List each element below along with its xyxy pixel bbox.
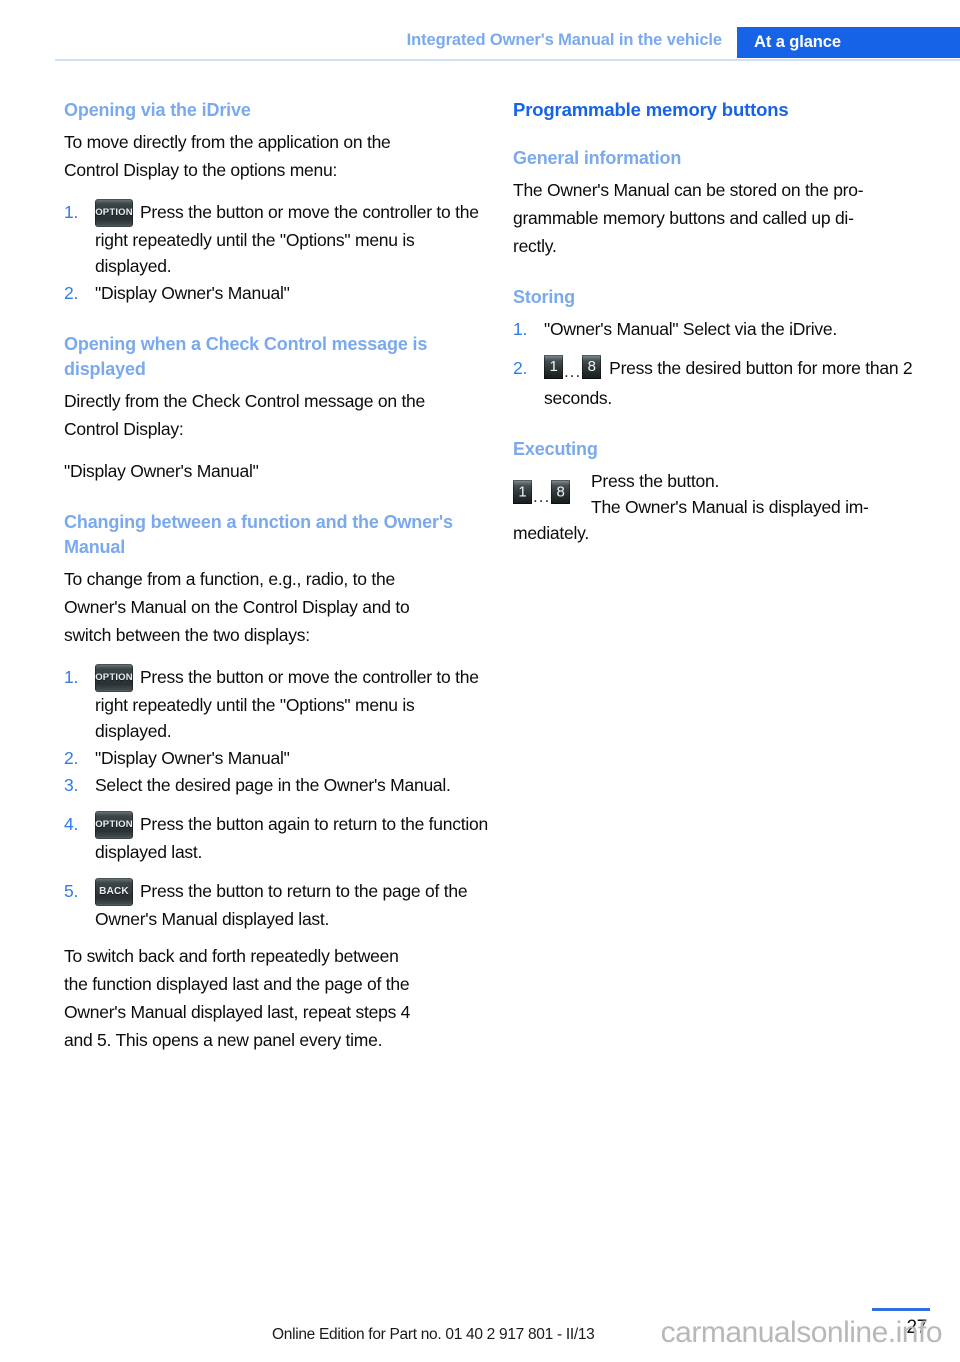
list-item-number: 2. [64, 283, 79, 303]
list-item: 1. OPTION Press the button or move the c… [64, 199, 492, 279]
page-header: Integrated Owner's Manual in the vehicle… [0, 0, 960, 62]
body-text-line: Press the button. [591, 471, 720, 491]
list-item: 2. 1 ... 8 Press the desired button for … [513, 355, 941, 411]
executing-text: Press the button. The Owner's Manual is … [513, 468, 941, 546]
body-text-line: mediately. [513, 523, 589, 543]
body-text-line: Control Display: [64, 419, 184, 439]
list-item-number: 2. [64, 748, 79, 768]
list-item: 4. OPTION Press the button again to retu… [64, 811, 492, 865]
heading-changing-between-function: Changing between a function and the Owne… [64, 512, 453, 557]
heading-general-information: General information [513, 148, 682, 168]
list-item-number: 1. [64, 202, 79, 222]
header-divider [55, 59, 960, 61]
list-item-text: Select the desired page in the Owner's M… [95, 775, 451, 795]
list-item: 2. "Display Owner's Manual" [64, 280, 492, 306]
body-text-line: Directly from the Check Control message … [64, 391, 426, 411]
footer-edition-text: Online Edition for Part no. 01 40 2 917 … [272, 1326, 595, 1343]
page-number-rule [872, 1308, 930, 1311]
memory-button-8-icon: 8 [582, 355, 602, 379]
executing-block: 1 ... 8 Press the button. The Owner's Ma… [513, 468, 941, 546]
heading-opening-check-control: Opening when a Check Control message is … [64, 334, 428, 379]
option-button-icon: OPTION [95, 664, 133, 692]
list-item-text: Press the button to return to the page o… [95, 881, 468, 929]
intro-text-line: Owner's Manual on the Control Display an… [64, 597, 410, 617]
header-chapter-title: Integrated Owner's Manual in the vehicle [406, 31, 722, 49]
body-text-line: "Display Owner's Manual" [64, 461, 259, 481]
list-item-text: "Display Owner's Manual" [95, 748, 290, 768]
memory-button-8-icon: 8 [551, 480, 571, 504]
page-footer: Online Edition for Part no. 01 40 2 917 … [0, 1292, 960, 1362]
heading-executing: Executing [513, 439, 598, 459]
heading-storing: Storing [513, 287, 575, 307]
header-section-tab: At a glance [737, 27, 960, 58]
list-item: 3. Select the desired page in the Owner'… [64, 772, 492, 798]
steps-changing-between-function: 1. OPTION Press the button or move the c… [64, 664, 492, 932]
ellipsis-separator: ... [564, 362, 582, 381]
list-item-text: Press the button or move the controller … [95, 667, 479, 741]
intro-text-line: To change from a function, e.g., radio, … [64, 569, 395, 589]
list-item-text: "Owner's Manual" Select via the iDrive. [544, 319, 837, 339]
manual-page: Integrated Owner's Manual in the vehicle… [0, 0, 960, 1362]
page-title: Programmable memory buttons [513, 99, 789, 120]
body-text-line: The Owner's Manual is displayed im- [591, 497, 869, 517]
option-button-icon: OPTION [95, 199, 133, 227]
list-item: 1. "Owner's Manual" Select via the iDriv… [513, 316, 941, 342]
list-item: 1. OPTION Press the button or move the c… [64, 664, 492, 744]
body-text-line: grammable memory buttons and called up d… [513, 208, 854, 228]
heading-opening-via-idrive: Opening via the iDrive [64, 100, 251, 120]
steps-opening-via-idrive: 1. OPTION Press the button or move the c… [64, 199, 492, 306]
right-column: Programmable memory buttons General info… [513, 98, 941, 546]
list-item-number: 2. [513, 358, 528, 378]
page-number: 27 [906, 1317, 927, 1338]
outro-text-line: and 5. This opens a new panel every time… [64, 1030, 383, 1050]
header-section-tab-label: At a glance [754, 33, 841, 51]
body-text-line: rectly. [513, 236, 557, 256]
intro-text-line: To move directly from the application on… [64, 132, 391, 152]
watermark: carmanualsonline.info [660, 1316, 943, 1349]
list-item-number: 1. [513, 319, 528, 339]
memory-button-range-icon: 1 ... 8 [544, 355, 602, 385]
list-item-text: "Display Owner's Manual" [95, 283, 290, 303]
option-button-icon: OPTION [95, 811, 133, 839]
memory-button-range-icon: 1 ... 8 [513, 480, 571, 507]
outro-text-line: the function displayed last and the page… [64, 974, 410, 994]
list-item-text: Press the button or move the controller … [95, 202, 479, 276]
list-item-number: 3. [64, 775, 79, 795]
intro-text-line: switch between the two displays: [64, 625, 310, 645]
list-item-number: 4. [64, 814, 79, 834]
outro-text-line: To switch back and forth repeatedly betw… [64, 946, 399, 966]
list-item-number: 5. [64, 881, 79, 901]
list-item: 2. "Display Owner's Manual" [64, 745, 492, 771]
list-item-text: Press the button again to return to the … [95, 814, 488, 862]
memory-button-1-icon: 1 [513, 480, 532, 504]
left-column: Opening via the iDrive To move directly … [64, 98, 492, 1055]
back-button-icon: BACK [95, 878, 133, 906]
body-text-line: The Owner's Manual can be stored on the … [513, 180, 864, 200]
list-item-number: 1. [64, 667, 79, 687]
ellipsis-separator: ... [533, 487, 551, 506]
intro-text-line: Control Display to the options menu: [64, 160, 338, 180]
steps-storing: 1. "Owner's Manual" Select via the iDriv… [513, 316, 941, 411]
memory-button-1-icon: 1 [544, 355, 563, 379]
list-item: 5. BACK Press the button to return to th… [64, 878, 492, 932]
outro-text-line: Owner's Manual displayed last, repeat st… [64, 1002, 411, 1022]
